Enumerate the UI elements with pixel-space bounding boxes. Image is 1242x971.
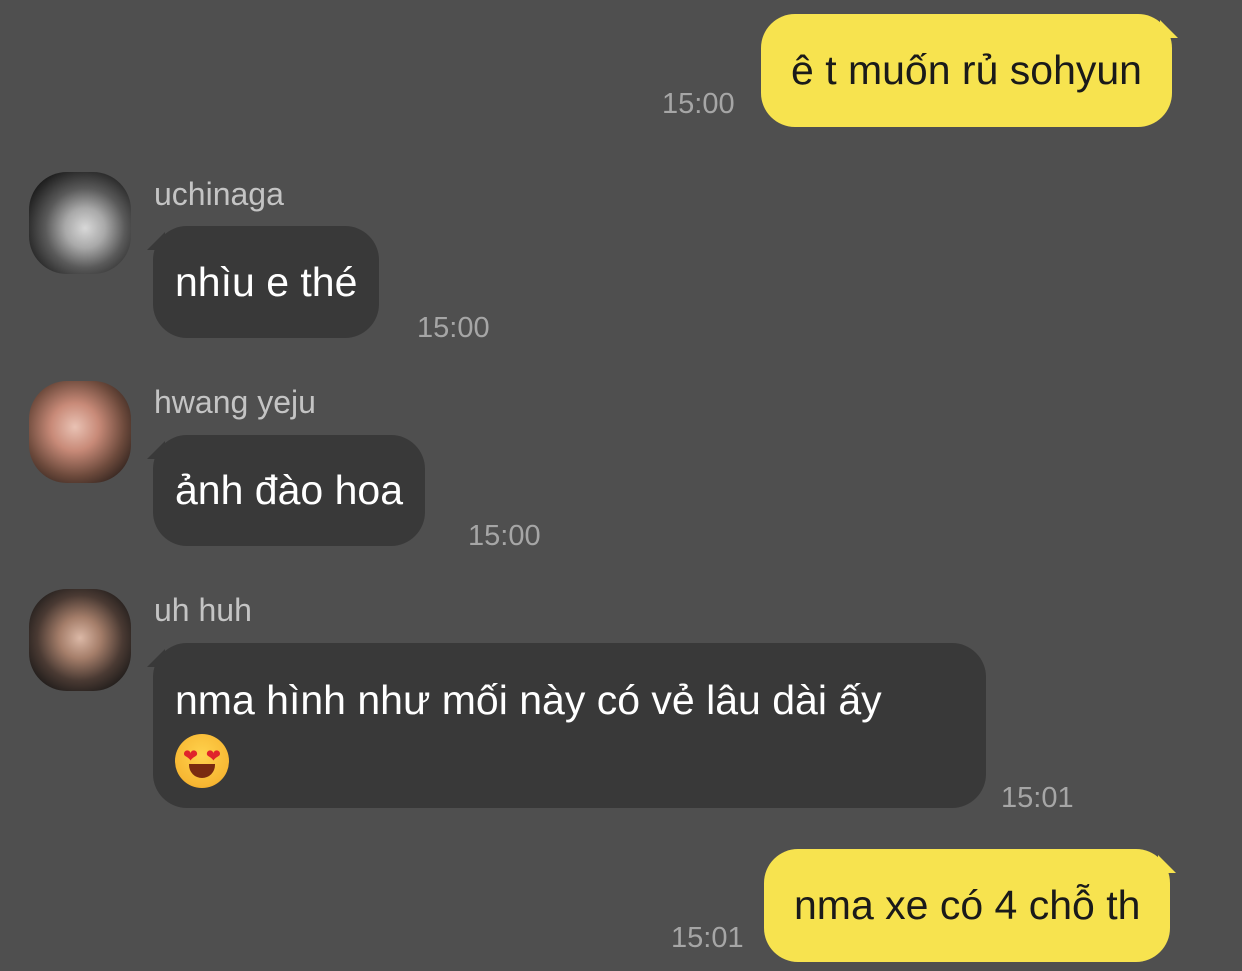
chat-thread: 15:00 ê t muốn rủ sohyun uchinaga nhìu e… [0,0,1242,971]
message-bubble[interactable]: ê t muốn rủ sohyun [761,14,1178,127]
bubble-tail [147,232,165,250]
message-timestamp: 15:00 [662,88,735,120]
avatar-photo-icon[interactable] [29,172,131,274]
avatar-photo-icon[interactable] [29,589,131,691]
message-timestamp: 15:01 [1001,782,1074,814]
message-bubble[interactable]: nma hình như mối này có vẻ lâu dài ấy ❤ … [147,643,986,808]
message-timestamp: 15:01 [671,922,744,954]
message-text: nhìu e thé [175,259,358,305]
message-bubble[interactable]: nhìu e thé [147,226,380,338]
message-timestamp: 15:00 [417,312,490,344]
heart-eyes-emoji-icon: ❤ ❤ [175,734,229,789]
sender-name: uchinaga [154,176,284,212]
message-timestamp: 15:00 [468,520,541,552]
message-text: nma hình như mối này có vẻ lâu dài ấy [175,677,882,723]
avatar-photo-icon[interactable] [29,381,131,483]
message-bubble[interactable]: ảnh đào hoa [147,435,426,546]
bubble-tail [147,441,165,459]
message-bubble[interactable]: nma xe có 4 chỗ th [764,849,1177,962]
message-text: nma xe có 4 chỗ th [794,882,1141,928]
sender-name: hwang yeju [154,384,316,420]
emoji-row: ❤ ❤ [175,729,964,789]
bubble-tail [147,649,165,667]
bubble-tail [1158,855,1177,873]
message-text: ảnh đào hoa [175,467,404,513]
message-text: ê t muốn rủ sohyun [791,47,1142,93]
sender-name: uh huh [154,592,252,628]
bubble-tail [1159,20,1178,38]
